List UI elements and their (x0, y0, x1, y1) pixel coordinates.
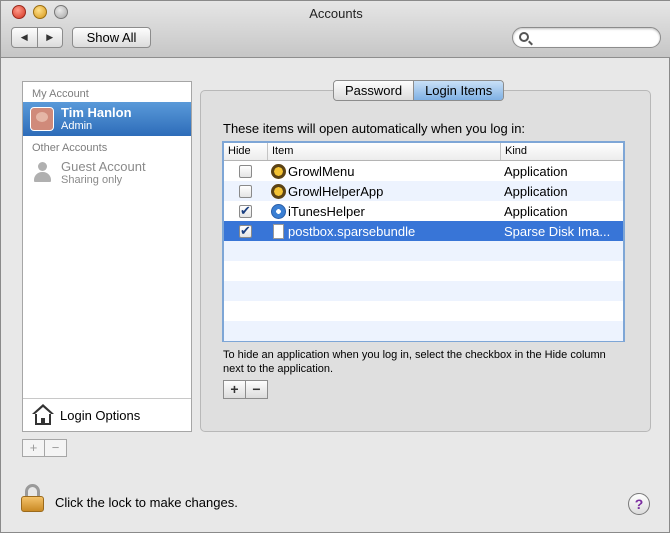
account-role: Admin (61, 120, 93, 132)
back-button[interactable]: ◀ (12, 28, 37, 47)
title-bar: Accounts ◀ ▶ Show All (1, 1, 670, 58)
empty-row (224, 321, 623, 341)
account-name: Guest Account (61, 159, 146, 174)
item-kind: Application (504, 203, 568, 219)
tab-bar: Password Login Items (333, 80, 505, 101)
back-forward-group: ◀ ▶ (11, 27, 63, 48)
item-name: iTunesHelper (288, 203, 365, 219)
account-tim-hanlon[interactable]: Tim Hanlon Admin (23, 102, 191, 136)
add-account-button[interactable]: + (23, 440, 44, 456)
house-icon (32, 404, 54, 426)
itunes-icon (271, 203, 286, 219)
table-row[interactable]: GrowlMenu Application (224, 161, 623, 181)
item-kind: Application (504, 183, 568, 199)
tab-password[interactable]: Password (334, 81, 414, 100)
hide-checkbox[interactable] (239, 223, 252, 239)
lock-icon[interactable] (21, 484, 44, 512)
login-items-table: Hide Item Kind GrowlMenu Application Gro… (222, 141, 625, 342)
other-accounts-header: Other Accounts (32, 142, 108, 154)
document-icon (273, 223, 284, 239)
lock-message: Click the lock to make changes. (55, 495, 238, 510)
hide-checkbox[interactable] (239, 203, 252, 219)
table-header: Hide Item Kind (224, 143, 623, 161)
account-role: Sharing only (61, 174, 123, 186)
item-name: postbox.sparsebundle (288, 223, 416, 239)
login-items-intro: These items will open automatically when… (223, 121, 526, 136)
my-account-header: My Account (32, 88, 89, 100)
hide-hint-text: To hide an application when you log in, … (223, 349, 606, 375)
help-button[interactable]: ? (628, 493, 650, 515)
column-item[interactable]: Item (267, 143, 500, 160)
table-row[interactable]: iTunesHelper Application (224, 201, 623, 221)
show-all-button[interactable]: Show All (72, 27, 151, 48)
empty-row (224, 281, 623, 301)
account-name: Tim Hanlon (61, 105, 132, 120)
column-kind[interactable]: Kind (500, 143, 623, 160)
table-row[interactable]: postbox.sparsebundle Sparse Disk Ima... (224, 221, 623, 241)
item-name: GrowlMenu (288, 163, 355, 179)
remove-account-button[interactable]: − (44, 440, 66, 456)
search-icon (519, 32, 529, 42)
hide-checkbox[interactable] (239, 164, 252, 178)
empty-row (224, 261, 623, 281)
add-login-item-button[interactable]: + (224, 381, 245, 398)
item-kind: Sparse Disk Ima... (504, 223, 611, 239)
window-title: Accounts (309, 6, 363, 21)
user-avatar (30, 107, 54, 131)
column-hide[interactable]: Hide (224, 143, 267, 160)
account-guest[interactable]: Guest Account Sharing only (23, 156, 191, 190)
growl-icon (271, 183, 286, 199)
login-options-label: Login Options (60, 408, 141, 423)
account-add-remove: + − (22, 439, 67, 457)
item-name: GrowlHelperApp (288, 183, 384, 199)
forward-button[interactable]: ▶ (36, 28, 63, 47)
guest-user-icon (32, 162, 54, 184)
accounts-sidebar: My Account Tim Hanlon Admin Other Accoun… (22, 81, 192, 432)
growl-icon (271, 163, 286, 179)
hide-checkbox[interactable] (239, 184, 252, 198)
accounts-window: Accounts ◀ ▶ Show All My Account Tim Han… (0, 0, 670, 533)
login-options-item[interactable]: Login Options (23, 398, 191, 431)
table-row[interactable]: GrowlHelperApp Application (224, 181, 623, 201)
login-item-add-remove: + − (223, 380, 268, 399)
tab-login-items[interactable]: Login Items (413, 81, 504, 100)
empty-row (224, 301, 623, 321)
empty-row (224, 241, 623, 261)
search-field[interactable] (512, 27, 661, 48)
item-kind: Application (504, 163, 568, 179)
remove-login-item-button[interactable]: − (245, 381, 267, 398)
